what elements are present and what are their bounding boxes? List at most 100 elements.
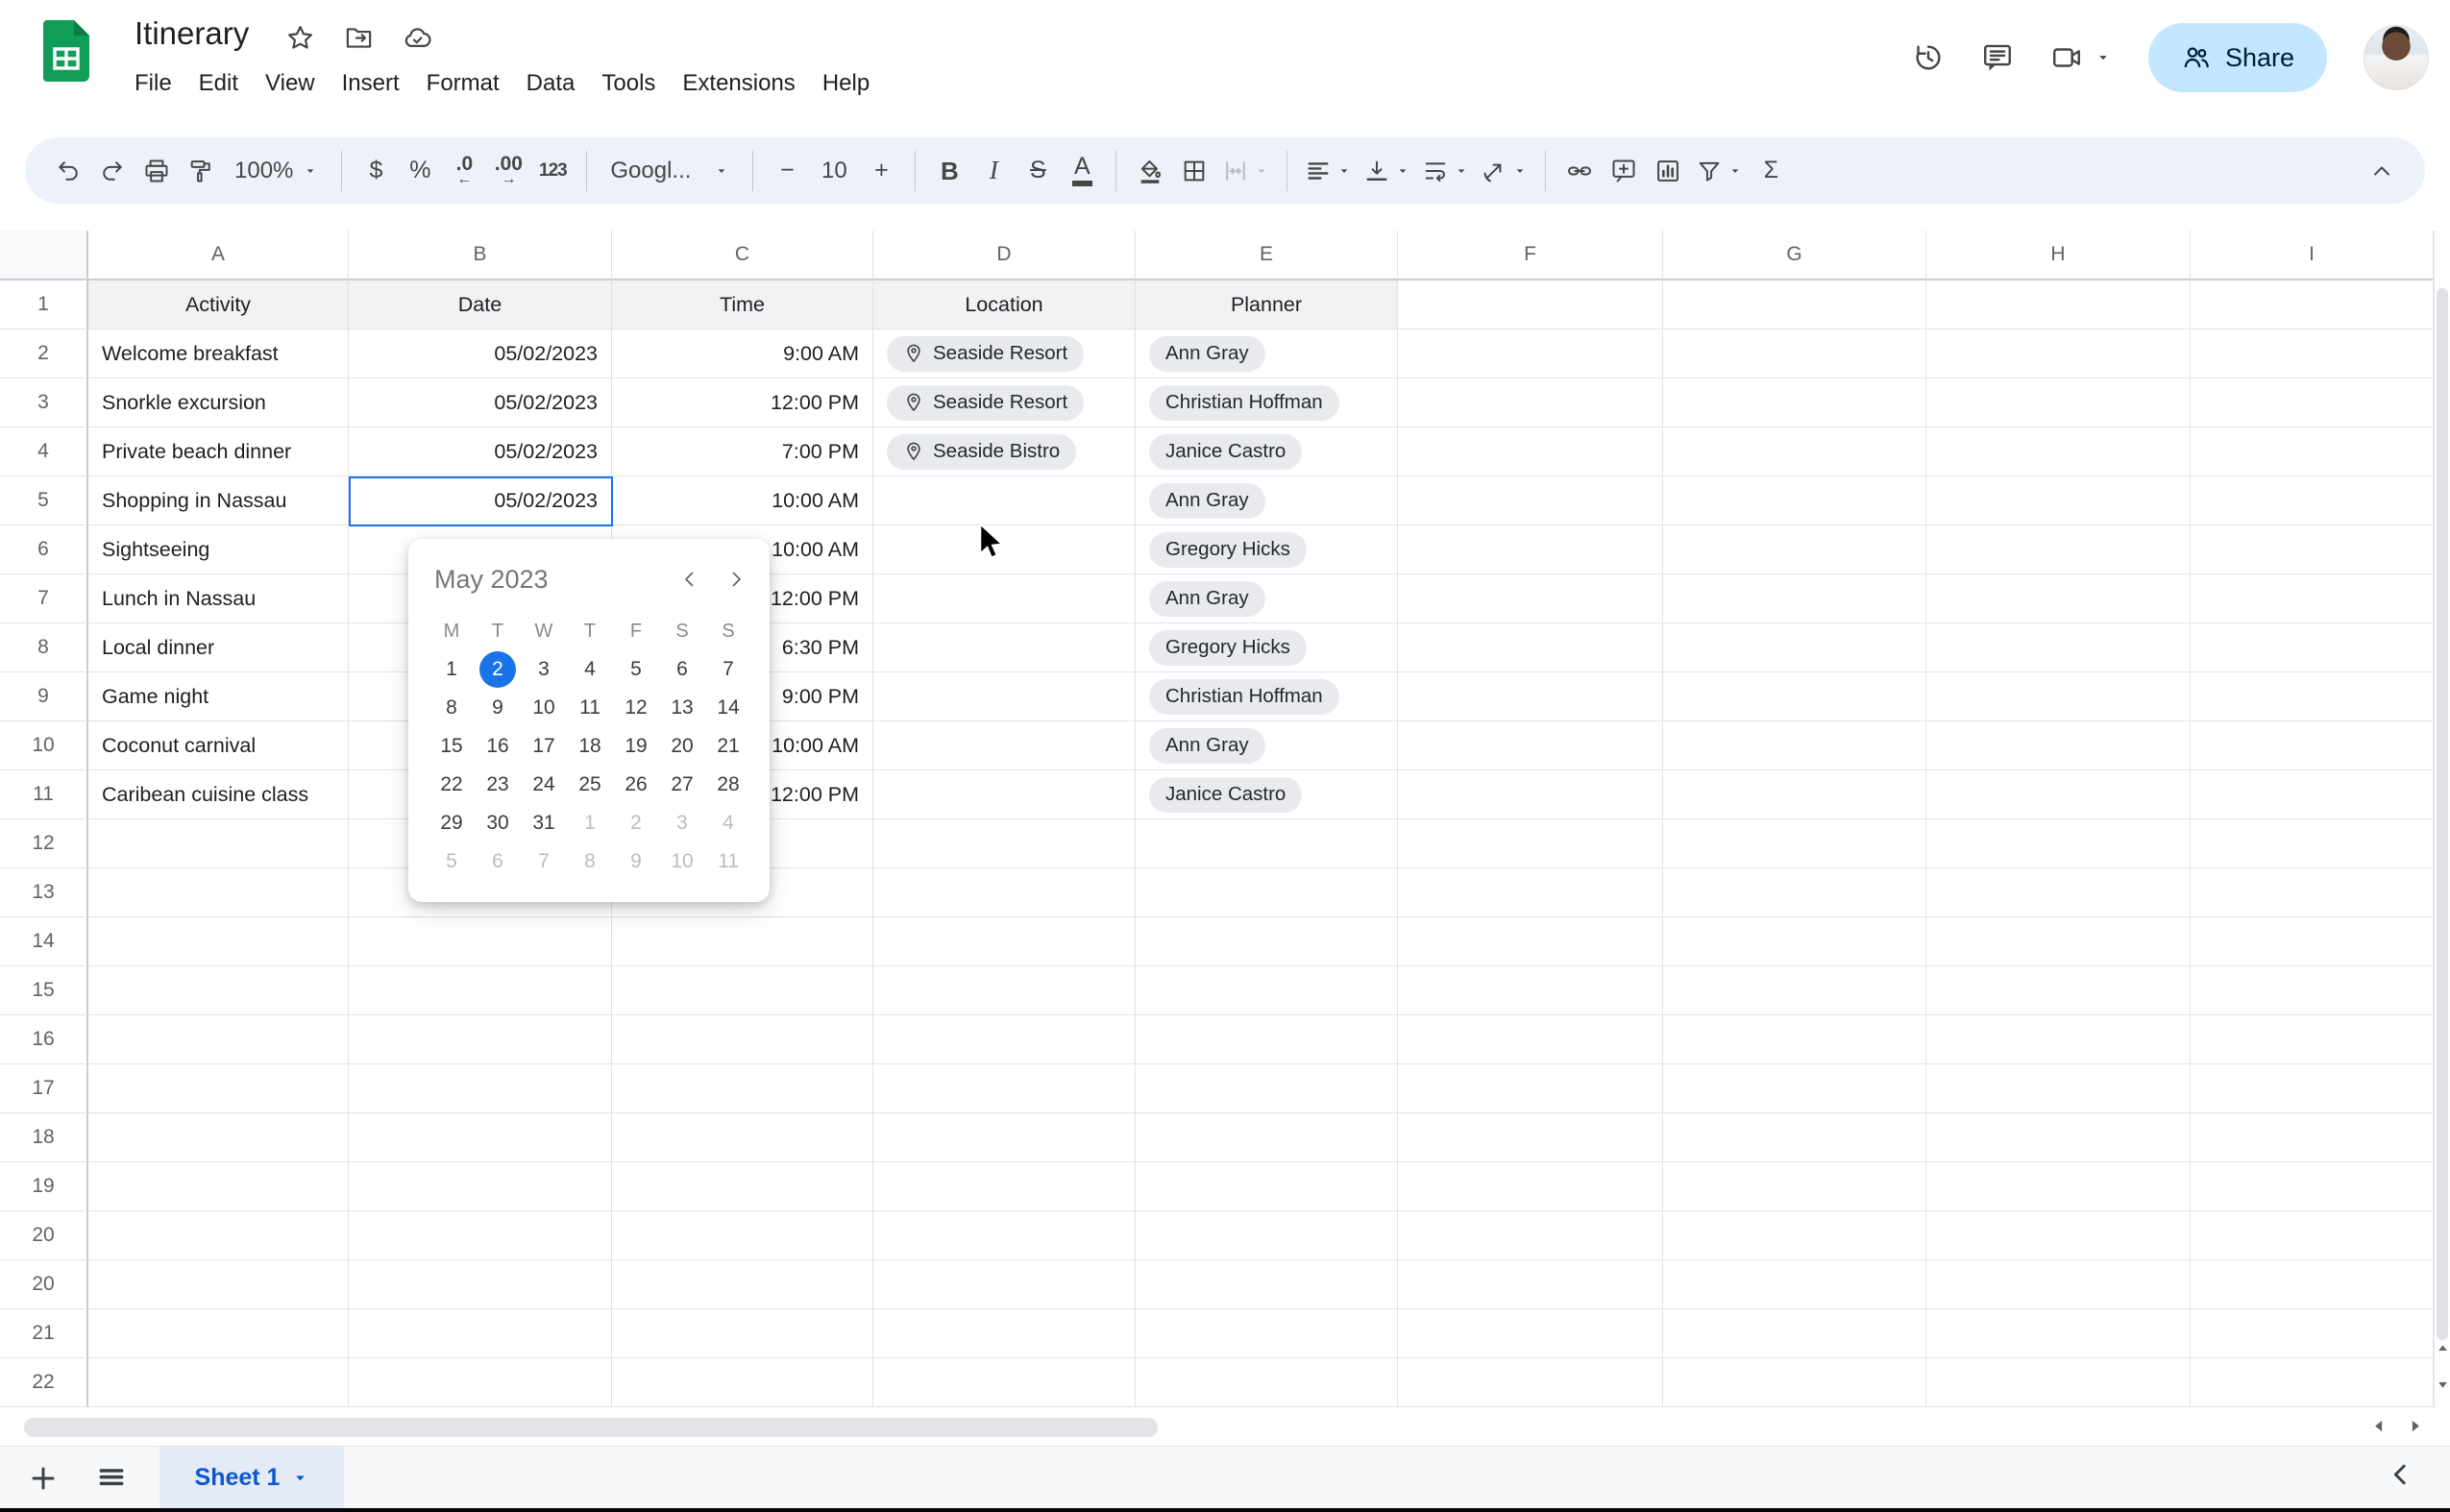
planner-chip[interactable]: Christian Hoffman xyxy=(1149,384,1339,421)
column-header-I[interactable]: I xyxy=(2191,231,2434,280)
column-header-C[interactable]: C xyxy=(612,231,873,280)
cell-G2[interactable] xyxy=(1663,329,1926,378)
calendar-day[interactable]: 10 xyxy=(664,843,700,880)
font-size-input[interactable]: 10 xyxy=(809,158,859,184)
row-header-6[interactable]: 6 xyxy=(0,525,88,574)
cell-A16[interactable] xyxy=(88,1015,349,1064)
scroll-up-icon[interactable] xyxy=(2436,1341,2450,1355)
cell-C1[interactable]: Time xyxy=(612,280,873,329)
column-header-B[interactable]: B xyxy=(349,231,612,280)
cell-D8[interactable] xyxy=(873,623,1136,672)
planner-chip[interactable]: Ann Gray xyxy=(1149,727,1265,764)
cell-E9[interactable]: Christian Hoffman xyxy=(1136,672,1398,721)
horizontal-scrollbar[interactable] xyxy=(0,1407,2450,1446)
row-header-11[interactable]: 11 xyxy=(0,770,88,819)
cell-E12[interactable] xyxy=(1136,819,1398,868)
all-sheets-button[interactable] xyxy=(93,1460,130,1497)
calendar-day[interactable]: 24 xyxy=(526,767,562,803)
increase-font-size-button[interactable]: + xyxy=(859,147,903,195)
insert-link-button[interactable] xyxy=(1557,147,1602,195)
cell-H18[interactable] xyxy=(1926,1113,2191,1162)
cell-H13[interactable] xyxy=(1926,868,2191,917)
cell-B21b[interactable] xyxy=(349,1260,612,1309)
cell-D14[interactable] xyxy=(873,917,1136,966)
cell-F1[interactable] xyxy=(1398,280,1663,329)
horizontal-scroll-thumb[interactable] xyxy=(24,1418,1158,1437)
cell-C23[interactable] xyxy=(612,1358,873,1407)
sheet-tab-active[interactable]: Sheet 1 xyxy=(159,1447,344,1508)
video-call-button[interactable] xyxy=(2050,41,2112,74)
cloud-saved-icon[interactable] xyxy=(403,23,432,53)
format-percent-button[interactable]: % xyxy=(398,147,442,195)
cell-I19[interactable] xyxy=(2191,1162,2434,1211)
calendar-day[interactable]: 7 xyxy=(710,651,747,688)
cell-A21b[interactable] xyxy=(88,1260,349,1309)
calendar-day[interactable]: 4 xyxy=(710,805,747,841)
cell-G6[interactable] xyxy=(1663,525,1926,574)
cell-B19[interactable] xyxy=(349,1162,612,1211)
version-history-button[interactable] xyxy=(1912,41,1945,74)
row-header-12[interactable]: 12 xyxy=(0,819,88,868)
decrease-decimal-button[interactable]: .0 ← xyxy=(442,147,486,195)
cell-I2[interactable] xyxy=(2191,329,2434,378)
cell-I12[interactable] xyxy=(2191,819,2434,868)
menu-extensions[interactable]: Extensions xyxy=(669,63,808,104)
cell-A10[interactable]: Coconut carnival xyxy=(88,721,349,770)
cell-A13[interactable] xyxy=(88,868,349,917)
cell-F2[interactable] xyxy=(1398,329,1663,378)
cell-I20[interactable] xyxy=(2191,1211,2434,1260)
decrease-font-size-button[interactable]: − xyxy=(765,147,809,195)
cell-G13[interactable] xyxy=(1663,868,1926,917)
cell-I7[interactable] xyxy=(2191,574,2434,623)
cell-G22[interactable] xyxy=(1663,1309,1926,1358)
cell-A7[interactable]: Lunch in Nassau xyxy=(88,574,349,623)
location-chip[interactable]: Seaside Bistro xyxy=(887,433,1077,470)
cell-H14[interactable] xyxy=(1926,917,2191,966)
row-header-22[interactable]: 22 xyxy=(0,1358,88,1407)
row-header-15[interactable]: 15 xyxy=(0,966,88,1015)
cell-D10[interactable] xyxy=(873,721,1136,770)
cell-H20[interactable] xyxy=(1926,1211,2191,1260)
cell-E13[interactable] xyxy=(1136,868,1398,917)
cell-B15[interactable] xyxy=(349,966,612,1015)
cell-E22[interactable] xyxy=(1136,1309,1398,1358)
cell-I5[interactable] xyxy=(2191,476,2434,525)
share-button[interactable]: Share xyxy=(2147,23,2327,92)
cell-E18[interactable] xyxy=(1136,1113,1398,1162)
calendar-day[interactable]: 13 xyxy=(664,690,700,726)
cell-E2[interactable]: Ann Gray xyxy=(1136,329,1398,378)
menu-help[interactable]: Help xyxy=(809,63,883,104)
calendar-day[interactable]: 7 xyxy=(526,843,562,880)
calendar-day[interactable]: 8 xyxy=(572,843,608,880)
cell-C21b[interactable] xyxy=(612,1260,873,1309)
row-header-18[interactable]: 18 xyxy=(0,1113,88,1162)
cell-I16[interactable] xyxy=(2191,1015,2434,1064)
hide-menus-button[interactable] xyxy=(2360,147,2404,195)
cell-A18[interactable] xyxy=(88,1113,349,1162)
vertical-scrollbar[interactable] xyxy=(2434,231,2450,1407)
cell-B14[interactable] xyxy=(349,917,612,966)
cell-B1[interactable]: Date xyxy=(349,280,612,329)
cell-F7[interactable] xyxy=(1398,574,1663,623)
cell-H7[interactable] xyxy=(1926,574,2191,623)
calendar-day[interactable]: 21 xyxy=(710,728,747,765)
calendar-day[interactable]: 28 xyxy=(710,767,747,803)
cell-E17[interactable] xyxy=(1136,1064,1398,1113)
cell-A9[interactable]: Game night xyxy=(88,672,349,721)
cell-E8[interactable]: Gregory Hicks xyxy=(1136,623,1398,672)
cell-H23[interactable] xyxy=(1926,1358,2191,1407)
cell-E1[interactable]: Planner xyxy=(1136,280,1398,329)
cell-I9[interactable] xyxy=(2191,672,2434,721)
cell-G20[interactable] xyxy=(1663,1211,1926,1260)
calendar-day[interactable]: 23 xyxy=(479,767,516,803)
next-month-button[interactable] xyxy=(720,563,752,596)
cell-E16[interactable] xyxy=(1136,1015,1398,1064)
cell-F11[interactable] xyxy=(1398,770,1663,819)
cell-E21b[interactable] xyxy=(1136,1260,1398,1309)
location-chip[interactable]: Seaside Resort xyxy=(887,384,1085,421)
functions-button[interactable]: Σ xyxy=(1749,147,1793,195)
cell-G9[interactable] xyxy=(1663,672,1926,721)
cell-A23[interactable] xyxy=(88,1358,349,1407)
cell-I6[interactable] xyxy=(2191,525,2434,574)
cell-B5[interactable]: 05/02/2023 xyxy=(349,476,612,525)
